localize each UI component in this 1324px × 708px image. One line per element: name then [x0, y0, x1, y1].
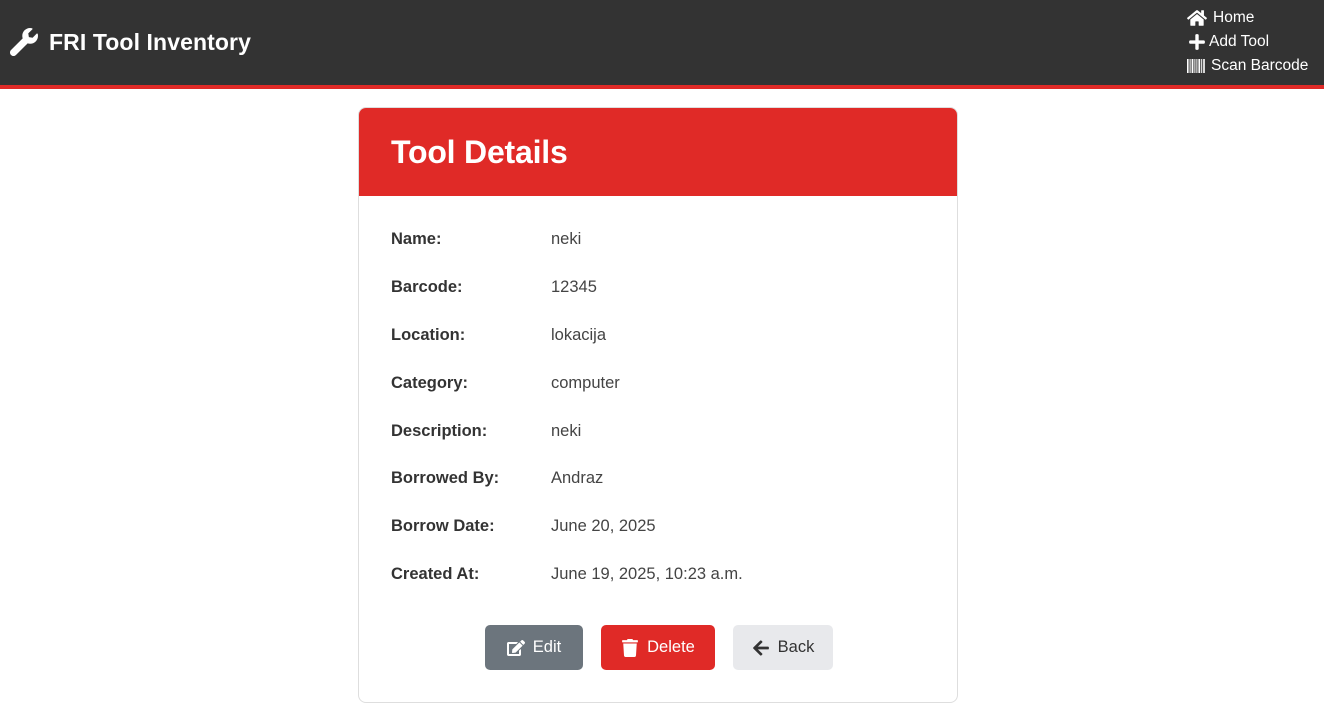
detail-row-category: Category: computer: [391, 374, 931, 422]
brand-title: FRI Tool Inventory: [49, 28, 251, 55]
detail-value: June 20, 2025: [551, 517, 656, 536]
back-button[interactable]: Back: [733, 625, 833, 670]
detail-row-barcode: Barcode: 12345: [391, 278, 931, 326]
home-icon: [1187, 9, 1207, 27]
detail-label: Borrow Date:: [391, 517, 495, 536]
arrow-left-icon: [752, 639, 770, 657]
detail-row-borrowed-by: Borrowed By: Andraz: [391, 469, 931, 517]
trash-icon: [621, 638, 639, 657]
plus-icon: [1187, 33, 1205, 51]
detail-label: Location:: [391, 325, 466, 344]
brand-link[interactable]: FRI Tool Inventory: [10, 28, 251, 56]
card-header: Tool Details: [359, 108, 957, 196]
back-button-label: Back: [777, 638, 815, 656]
page-title: Tool Details: [391, 133, 568, 170]
detail-row-name: Name: neki: [391, 230, 931, 278]
detail-label: Created At:: [391, 565, 480, 584]
edit-button[interactable]: Edit: [485, 625, 583, 670]
nav-link-scan-barcode-label: Scan Barcode: [1211, 57, 1309, 74]
nav-link-add-tool-label: Add Tool: [1209, 33, 1270, 50]
delete-button[interactable]: Delete: [601, 625, 715, 670]
detail-value: June 19, 2025, 10:23 a.m.: [551, 565, 743, 584]
edit-icon: [506, 639, 525, 657]
detail-label: Category:: [391, 373, 469, 392]
detail-label: Name:: [391, 230, 442, 248]
detail-row-borrow-date: Borrow Date: June 20, 2025: [391, 517, 931, 565]
nav-link-home-label: Home: [1213, 9, 1255, 26]
delete-button-label: Delete: [647, 638, 695, 656]
nav-link-home[interactable]: Home: [1187, 6, 1317, 30]
detail-value: lokacija: [551, 325, 607, 344]
action-buttons: Edit Delete Back: [359, 625, 957, 670]
nav-links: Home Add Tool Scan Barcode: [1187, 6, 1317, 78]
detail-row-description: Description: neki: [391, 422, 931, 470]
detail-row-created-at: Created At: June 19, 2025, 10:23 a.m.: [391, 565, 931, 613]
edit-button-label: Edit: [532, 638, 562, 656]
detail-label: Borrowed By:: [391, 469, 500, 488]
nav-link-scan-barcode[interactable]: Scan Barcode: [1187, 54, 1317, 78]
detail-value: neki: [551, 230, 582, 248]
detail-value: 12345: [551, 277, 597, 296]
detail-label: Description:: [391, 421, 488, 440]
top-navbar: FRI Tool Inventory Home Add Tool Scan Ba…: [0, 0, 1324, 89]
detail-value: neki: [551, 421, 582, 440]
tool-details-card: Tool Details Name: neki Barcode: 12345 L…: [358, 107, 958, 703]
wrench-icon: [10, 28, 38, 56]
detail-label: Barcode:: [391, 277, 463, 296]
detail-value: Andraz: [551, 469, 604, 488]
nav-link-add-tool[interactable]: Add Tool: [1187, 30, 1317, 54]
barcode-icon: [1187, 57, 1206, 75]
detail-row-location: Location: lokacija: [391, 326, 931, 374]
detail-list: Name: neki Barcode: 12345 Location: loka…: [391, 230, 931, 613]
detail-value: computer: [551, 373, 620, 392]
